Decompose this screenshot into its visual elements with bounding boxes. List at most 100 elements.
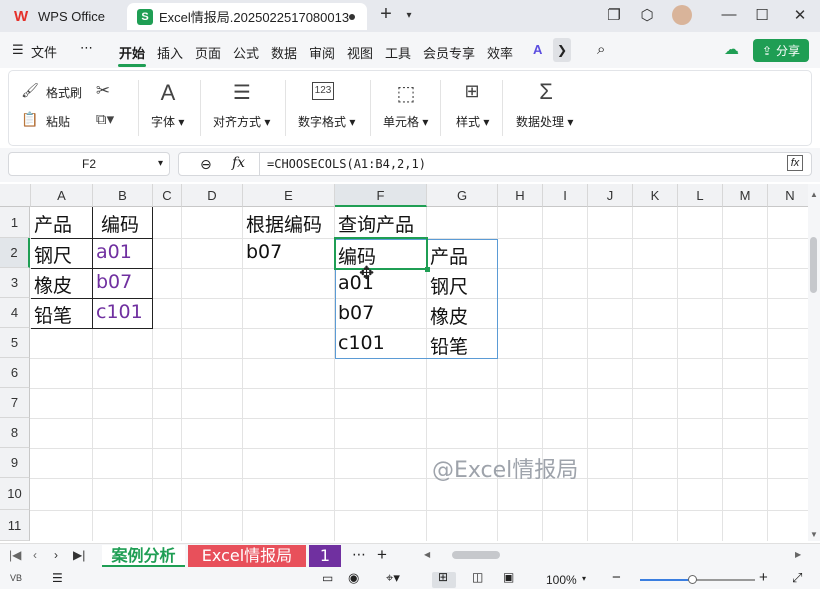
cell-G2[interactable]: 产品 [427,242,468,269]
cell-F5[interactable]: c101 [335,332,385,354]
scroll-down-icon[interactable]: ▼ [810,530,818,539]
row-header-6[interactable]: 6 [0,358,30,388]
row-header-4[interactable]: 4 [0,298,30,328]
cell-F4[interactable]: b07 [335,302,374,324]
hamburger-icon[interactable]: ☰ [12,42,24,58]
cell-E2[interactable]: b07 [243,241,282,263]
row-header-1[interactable]: 1 [0,207,30,238]
maximize-icon[interactable]: ☐ [751,6,773,24]
col-header-K[interactable]: K [633,184,678,207]
menu-review[interactable]: 审阅 [309,43,335,62]
more-sheets-icon[interactable]: ⋯ [352,546,366,563]
menu-start[interactable]: 开始 [119,43,145,62]
tab-excel-document[interactable]: S Excel情报局.2025022517080013 [127,3,367,30]
tab-list-chevron-icon[interactable]: ▾ [398,10,420,21]
col-header-F[interactable]: F [335,184,427,207]
eye-icon[interactable]: ◉ [348,570,359,586]
col-header-A[interactable]: A [31,184,93,207]
row-header-7[interactable]: 7 [0,388,30,418]
zoom-search-icon[interactable]: ⊖ [200,156,212,173]
col-header-M[interactable]: M [723,184,768,207]
zoom-dropdown-icon[interactable]: ▾ [582,574,586,583]
scroll-up-icon[interactable]: ▲ [810,190,818,199]
row-header-8[interactable]: 8 [0,418,30,448]
menu-insert[interactable]: 插入 [157,43,183,62]
cell-G4[interactable]: 橡皮 [427,302,468,329]
col-header-E[interactable]: E [243,184,335,207]
expand-formula-icon[interactable]: fx [787,155,803,171]
cell-E1[interactable]: 根据编码 [243,210,322,237]
align-button[interactable]: 对齐方式 ▾ [213,113,270,130]
share-button[interactable]: ⇪ 分享 [753,39,809,62]
avatar[interactable] [672,5,692,25]
cell-A2[interactable]: 钢尺 [31,241,72,268]
menu-file[interactable]: 文件 [31,42,57,61]
zoom-level[interactable]: 100% [546,573,577,587]
menu-tools[interactable]: 工具 [385,43,411,62]
copy-icon[interactable]: ⧉▾ [90,110,120,128]
cell-B3[interactable]: b07 [93,271,132,293]
zoom-out-icon[interactable]: − [612,569,621,586]
col-header-B[interactable]: B [93,184,153,207]
search-icon[interactable]: ⌕ [597,41,605,58]
col-header-G[interactable]: G [427,184,498,207]
zoom-in-icon[interactable]: + [759,569,768,586]
col-header-H[interactable]: H [498,184,543,207]
col-header-C[interactable]: C [153,184,182,207]
row-header-10[interactable]: 10 [0,478,30,510]
sheet-tab-case[interactable]: 案例分析 [102,545,185,567]
formula-text[interactable]: =CHOOSECOLS(A1:B4,2,1) [267,157,426,171]
col-header-N[interactable]: N [768,184,808,207]
sheet-tab-1[interactable]: 1 [309,545,341,567]
cells-button[interactable]: 单元格 ▾ [383,113,428,130]
restore-window-icon[interactable]: ❐ [603,6,625,24]
page-layout-view-icon[interactable]: ▣ [503,570,514,584]
cell-F1[interactable]: 查询产品 [335,210,414,237]
name-box[interactable]: F2 ▾ [8,152,170,176]
menu-member[interactable]: 会员专享 [423,43,475,62]
close-icon[interactable]: ✕ [789,6,811,24]
cut-icon[interactable]: ✂ [88,81,118,101]
styles-button[interactable]: 样式 ▾ [456,113,489,130]
row-header-5[interactable]: 5 [0,328,30,358]
ai-icon[interactable]: A [533,42,542,57]
menu-efficiency[interactable]: 效率 [487,43,513,62]
cell-A4[interactable]: 铅笔 [31,301,72,328]
col-header-J[interactable]: J [588,184,633,207]
add-sheet-icon[interactable]: + [377,545,387,565]
sheet-tab-excel[interactable]: Excel情报局 [188,545,306,567]
unsaved-dot-icon[interactable] [349,14,355,20]
menu-more[interactable]: ⋯ [80,40,93,56]
last-sheet-icon[interactable]: ▶| [73,548,85,562]
scroll-right-icon[interactable]: ▶ [795,550,801,559]
chevron-right-icon[interactable]: ❯ [553,38,571,62]
macro-icon[interactable]: VB [10,573,22,583]
cell-G5[interactable]: 铅笔 [427,332,468,359]
spreadsheet-grid[interactable]: A B C D E F G H I J K L M N 1 2 3 4 5 6 … [0,184,808,541]
menu-data[interactable]: 数据 [271,43,297,62]
first-sheet-icon[interactable]: |◀ [9,548,21,562]
cell-A3[interactable]: 橡皮 [31,271,72,298]
col-header-I[interactable]: I [543,184,588,207]
menu-view[interactable]: 视图 [347,43,373,62]
horizontal-scrollbar-thumb[interactable] [452,551,500,559]
cloud-sync-icon[interactable]: ☁ [724,40,739,58]
row-header-9[interactable]: 9 [0,448,30,478]
tab-wps-office[interactable]: W WPS Office [4,3,122,30]
vertical-scrollbar-thumb[interactable] [810,237,817,293]
cell-A1[interactable]: 产品 [31,210,72,237]
data-processing-button[interactable]: 数据处理 ▾ [516,113,573,130]
select-all-corner[interactable] [0,184,31,207]
row-header-3[interactable]: 3 [0,268,30,298]
zoom-slider-handle[interactable] [688,575,697,584]
cell-B2[interactable]: a01 [93,241,132,263]
scroll-left-icon[interactable]: ◀ [424,550,430,559]
protect-icon[interactable]: ▭ [322,571,333,585]
row-header-2[interactable]: 2 [0,238,30,268]
format-painter-button[interactable]: 格式刷 [46,84,82,101]
paste-button[interactable]: 粘贴 [46,113,70,130]
page-break-view-icon[interactable]: ◫ [472,570,483,584]
chevron-down-icon[interactable]: ▾ [158,153,163,175]
fullscreen-icon[interactable]: ⤢ [792,570,802,586]
cell-B4[interactable]: c101 [93,301,143,323]
